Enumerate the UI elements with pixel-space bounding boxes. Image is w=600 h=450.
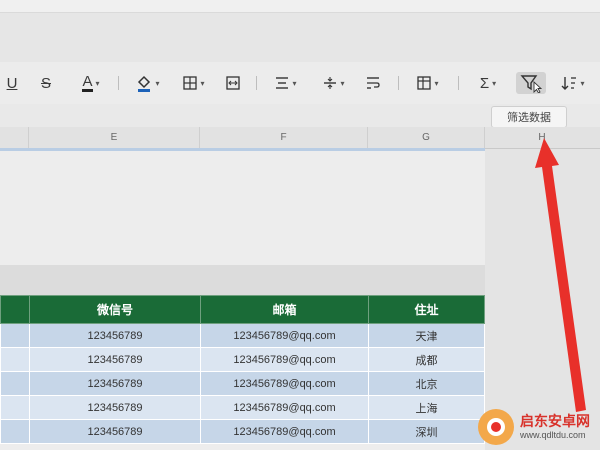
watermark-title: 启东安卓网 (520, 413, 590, 429)
watermark-logo-icon (478, 409, 514, 445)
annotation-arrow (535, 138, 586, 412)
watermark-url: www.qdltdu.com (520, 430, 586, 440)
red-arrow-icon (535, 138, 586, 412)
site-watermark: 启东安卓网 www.qdltdu.com (460, 403, 600, 450)
